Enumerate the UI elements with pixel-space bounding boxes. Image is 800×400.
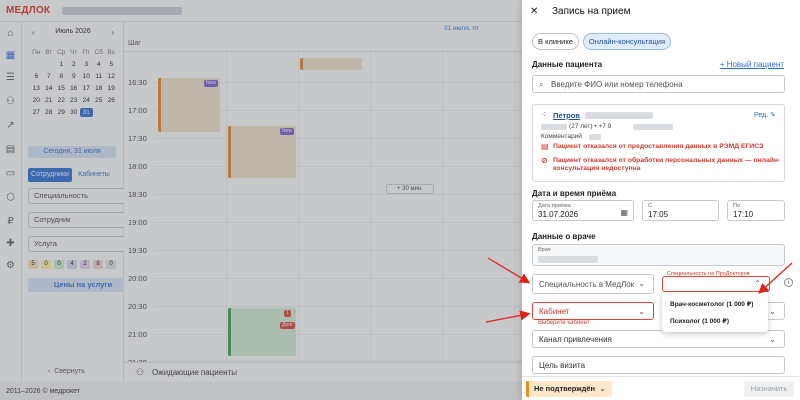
patient-comment-redacted [589, 134, 601, 140]
info-icon[interactable]: i [784, 278, 793, 287]
edit-patient-button[interactable]: Ред. ✎ [754, 111, 776, 119]
tab-in-clinic[interactable]: В клинике [532, 33, 579, 50]
patient-search-input[interactable]: ⌕ Введите ФИО или номер телефона [532, 75, 785, 93]
forbidden-icon: ⊘ [541, 156, 548, 165]
drawer-footer: Не подтверждён ⌄ Назначить [522, 376, 800, 400]
specialty-medlok-label: Специальность в МедЛок [539, 280, 635, 289]
appointment-drawer: ✕ Запись на прием В клинике Онлайн-консу… [522, 0, 800, 400]
cabinet-label: Кабинет [539, 307, 570, 316]
chevron-down-icon: ⌄ [638, 279, 645, 288]
patient-phone-redacted [633, 124, 673, 130]
chevron-down-icon: ⌄ [769, 307, 776, 316]
calendar-icon[interactable]: ▦ [620, 208, 628, 217]
dropdown-option[interactable]: Врач-косметолог (1 000 ₽) [670, 300, 753, 308]
tab-online[interactable]: Онлайн-консультация [582, 33, 672, 50]
chevron-down-icon: ⌄ [638, 307, 645, 316]
submit-button[interactable]: Назначить [744, 381, 794, 397]
chevron-up-icon: ⌃ [754, 279, 761, 288]
specialty-dropdown: Врач-косметолог (1 000 ₽) Психолог (1 00… [662, 292, 768, 332]
channel-select[interactable]: Канал привлечения ⌄ [532, 330, 785, 348]
date-value: 31.07.2026 [538, 210, 579, 219]
new-patient-link[interactable]: + Новый пациент [720, 60, 784, 69]
dropdown-option[interactable]: Психолог (1 000 ₽) [670, 317, 729, 325]
doctor-field[interactable]: Врач [532, 244, 785, 266]
patient-dob-redacted [541, 124, 567, 130]
time-to-field[interactable]: По 17:10 [727, 200, 785, 221]
patient-section-title: Данные пациента [532, 60, 603, 69]
cabinet-select[interactable]: Кабинет ⌄ [532, 302, 654, 320]
time-to-value: 17:10 [733, 210, 754, 219]
patient-comment-label: Комментарий [541, 133, 582, 140]
patient-name[interactable]: Петров [553, 111, 580, 120]
time-from-value: 17:05 [648, 210, 669, 219]
visit-goal-input[interactable]: Цель визита [532, 356, 785, 374]
date-label: Дата приёма [538, 203, 571, 209]
time-to-label: По [733, 203, 741, 209]
patient-link-icon: ⁘ [541, 110, 548, 119]
specialty-medlok-select[interactable]: Специальность в МедЛок ⌄ [532, 274, 654, 294]
edit-label: Ред. [754, 112, 769, 119]
time-from-label: С [648, 203, 652, 209]
datetime-section-title: Дата и время приёма [532, 189, 617, 198]
pd-warning-text: Пациент отказался от обработки персональ… [553, 157, 781, 172]
visit-type-tabs: В клинике Онлайн-консультация [532, 33, 672, 50]
time-from-field[interactable]: С 17:05 [642, 200, 719, 221]
warning-doc-icon: ▤ [541, 142, 549, 151]
doctor-section-title: Данные о враче [532, 232, 596, 241]
status-label: Не подтверждён [534, 384, 596, 393]
drawer-title: Запись на прием [552, 6, 631, 17]
chevron-down-icon: ⌄ [599, 384, 606, 393]
close-icon[interactable]: ✕ [530, 6, 538, 17]
visit-goal-placeholder: Цель визита [539, 361, 586, 370]
patient-info: (27 лет) • +7 9 [569, 123, 612, 130]
search-icon: ⌕ [539, 80, 544, 89]
doctor-label: Врач [538, 247, 551, 253]
remd-warning-text: Пациент отказался от предоставления данн… [553, 143, 764, 150]
channel-label: Канал привлечения [539, 335, 612, 344]
patient-search-placeholder: Введите ФИО или номер телефона [551, 80, 683, 89]
cabinet-error-hint: Выберите кабинет [538, 320, 590, 326]
status-select[interactable]: Не подтверждён ⌄ [526, 381, 612, 397]
doctor-name-redacted [538, 256, 598, 263]
date-field[interactable]: Дата приёма 31.07.2026 ▦ [532, 200, 634, 221]
chevron-down-icon: ⌄ [769, 335, 776, 344]
patient-name-redacted [585, 112, 653, 119]
specialty-prodoctorov-select[interactable]: ⌃ [662, 276, 770, 292]
patient-card: ⁘ Петров Ред. ✎ (27 лет) • +7 9 Коммента… [532, 104, 785, 182]
